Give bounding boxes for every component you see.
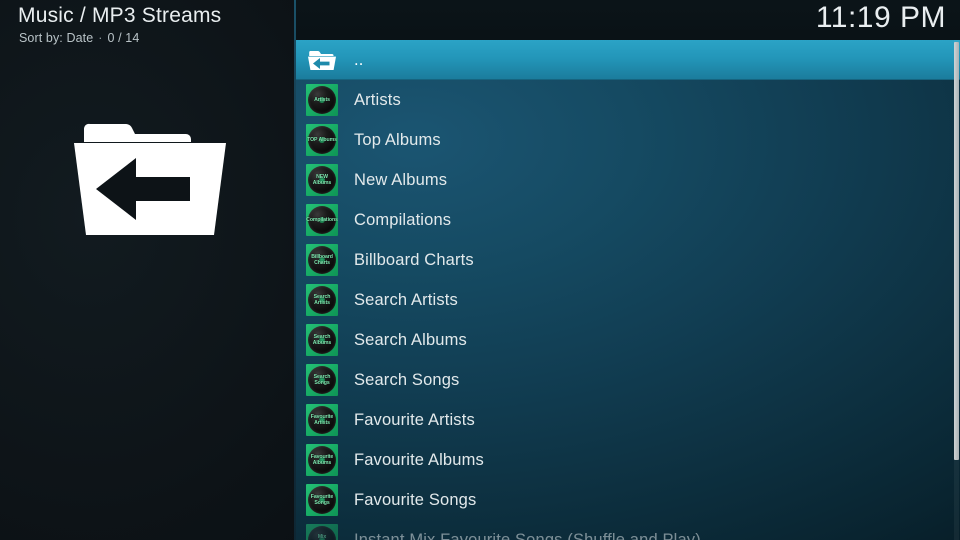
list-item-label: Search Songs xyxy=(354,370,460,389)
thumbnail-caption: Search Songs xyxy=(313,374,331,386)
list-item[interactable]: Favourite Songs Favourite Songs xyxy=(296,480,960,520)
list-item[interactable]: NEW Albums New Albums xyxy=(296,160,960,200)
music-disc-icon: Search Albums xyxy=(306,324,338,356)
music-disc-icon: Billboard Charts xyxy=(306,244,338,276)
music-disc-icon: Mix Favourite xyxy=(306,524,338,540)
list-item-label: Instant Mix Favourite Songs (Shuffle and… xyxy=(354,530,701,540)
file-list[interactable]: .. Artists Artists TOP Albums Top Albums NEW … xyxy=(296,40,960,540)
thumbnail-caption: Mix Favourite xyxy=(317,534,327,540)
scrollbar-thumb[interactable] xyxy=(954,42,959,460)
thumbnail-caption: TOP Albums xyxy=(307,137,337,143)
list-item-label: Top Albums xyxy=(354,130,441,149)
music-disc-icon: Search Artists xyxy=(306,284,338,316)
list-item-label: Search Artists xyxy=(354,290,458,309)
list-item[interactable]: Favourite Artists Favourite Artists xyxy=(296,400,960,440)
sort-label: Sort by: Date xyxy=(19,31,94,45)
list-item-label: Favourite Artists xyxy=(354,410,475,429)
kodi-screen: Music / MP3 Streams Sort by: Date · 0 / 14… xyxy=(0,0,960,540)
sort-and-count-status: Sort by: Date · 0 / 14 xyxy=(19,31,139,45)
list-item-label: .. xyxy=(354,50,364,69)
music-disc-icon: TOP Albums xyxy=(306,124,338,156)
status-separator: · xyxy=(98,31,103,45)
list-item-label: Compilations xyxy=(354,210,452,229)
left-info-panel: Music / MP3 Streams Sort by: Date · 0 / 14 xyxy=(0,0,296,540)
list-item-label: New Albums xyxy=(354,170,448,189)
thumbnail-caption: Artists xyxy=(314,97,330,103)
list-item[interactable]: Mix Favourite Instant Mix Favourite Songs… xyxy=(296,520,960,540)
back-folder-icon xyxy=(306,44,338,76)
thumbnail-caption: Compilations xyxy=(306,217,338,223)
list-item[interactable]: Billboard Charts Billboard Charts xyxy=(296,240,960,280)
list-item-label: Search Albums xyxy=(354,330,467,349)
music-disc-icon: NEW Albums xyxy=(306,164,338,196)
thumbnail-caption: Search Albums xyxy=(312,334,332,346)
music-disc-icon: Favourite Artists xyxy=(306,404,338,436)
list-item[interactable]: Search Artists Search Artists xyxy=(296,280,960,320)
music-disc-icon: Compilations xyxy=(306,204,338,236)
thumbnail-caption: Favourite Artists xyxy=(310,414,334,426)
list-item[interactable]: Favourite Albums Favourite Albums xyxy=(296,440,960,480)
list-item-label: Artists xyxy=(354,90,401,109)
thumbnail-caption: Search Artists xyxy=(313,294,331,306)
thumbnail-caption: Billboard Charts xyxy=(311,254,333,266)
thumbnail-caption: Favourite Albums xyxy=(310,454,334,466)
list-item[interactable]: TOP Albums Top Albums xyxy=(296,120,960,160)
music-disc-icon: Search Songs xyxy=(306,364,338,396)
parent-folder-icon xyxy=(68,110,232,242)
list-item[interactable]: .. xyxy=(296,40,960,80)
list-item[interactable]: Search Songs Search Songs xyxy=(296,360,960,400)
item-count: 0 / 14 xyxy=(107,31,140,45)
clock: 11:19 PM xyxy=(815,1,946,34)
list-item-label: Favourite Albums xyxy=(354,450,484,469)
music-disc-icon: Favourite Songs xyxy=(306,484,338,516)
page-title: Music / MP3 Streams xyxy=(18,4,222,27)
list-item-label: Billboard Charts xyxy=(354,250,474,269)
thumbnail-caption: NEW Albums xyxy=(312,174,332,186)
music-disc-icon: Favourite Albums xyxy=(306,444,338,476)
thumbnail-caption: Favourite Songs xyxy=(310,494,334,506)
list-item[interactable]: Compilations Compilations xyxy=(296,200,960,240)
list-item[interactable]: Search Albums Search Albums xyxy=(296,320,960,360)
list-item[interactable]: Artists Artists xyxy=(296,80,960,120)
music-disc-icon: Artists xyxy=(306,84,338,116)
list-item-label: Favourite Songs xyxy=(354,490,477,509)
